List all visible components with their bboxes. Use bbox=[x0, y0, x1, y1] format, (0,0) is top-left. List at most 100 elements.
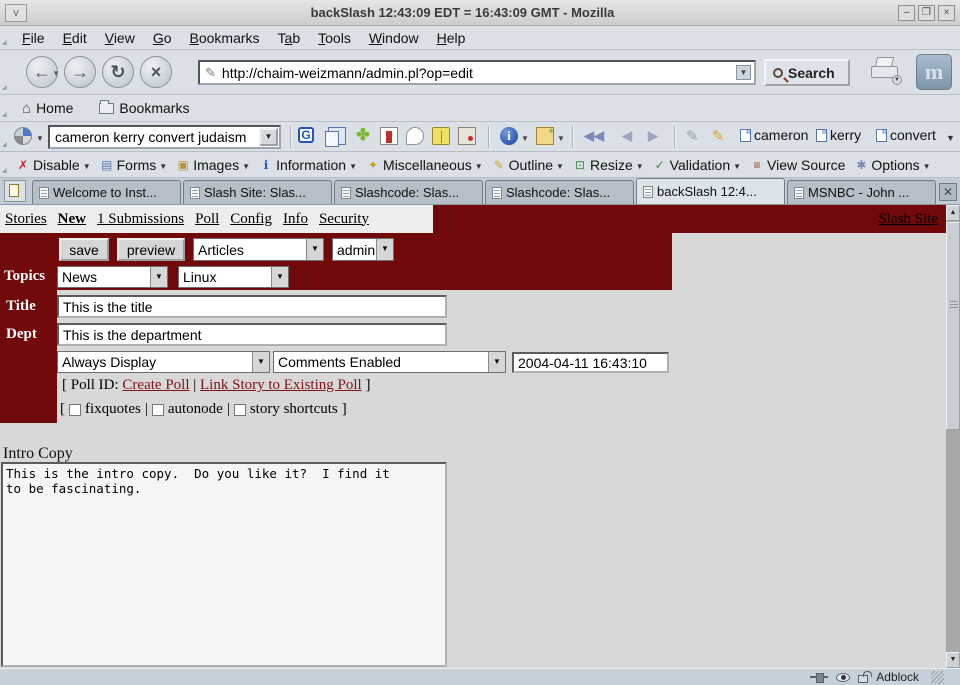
webdev-item-forms[interactable]: ▤Forms▼ bbox=[100, 157, 168, 173]
create-poll-link[interactable]: Create Poll bbox=[122, 377, 189, 393]
webdev-item-images[interactable]: ▣Images▼ bbox=[176, 157, 250, 173]
topic-select-2[interactable]: Linux ▼ bbox=[178, 266, 289, 288]
lucky-clover-icon[interactable]: ✤ bbox=[354, 127, 372, 145]
menu-view[interactable]: View bbox=[105, 30, 135, 46]
menu-edit[interactable]: Edit bbox=[63, 30, 87, 46]
cached-page-icon[interactable] bbox=[536, 127, 554, 145]
online-status-icon[interactable] bbox=[810, 673, 828, 681]
google-search-combobox[interactable]: cameron kerry convert judaism ▼ bbox=[48, 125, 281, 149]
print-button[interactable]: ▼ bbox=[868, 57, 902, 85]
googlebar-logo-dropdown-icon[interactable]: ▼ bbox=[36, 134, 44, 143]
browser-tab-0[interactable]: Welcome to Inst... bbox=[32, 180, 181, 204]
toolbar-grippy[interactable] bbox=[2, 53, 10, 91]
date-input[interactable] bbox=[512, 352, 669, 373]
menu-file[interactable]: File bbox=[22, 30, 45, 46]
directory-search-icon[interactable] bbox=[432, 127, 450, 145]
google-query-dropdown-button[interactable]: ▼ bbox=[259, 128, 278, 146]
author-select[interactable]: admin ▼ bbox=[332, 238, 394, 261]
menu-tools[interactable]: Tools bbox=[318, 30, 351, 46]
dept-input[interactable] bbox=[57, 323, 447, 346]
home-button[interactable]: ⌂ Home bbox=[22, 100, 73, 117]
highlight-icon[interactable]: ✎ bbox=[712, 127, 725, 145]
next-result-icon[interactable]: ▶ bbox=[648, 128, 658, 144]
nav-link-config[interactable]: Config bbox=[230, 211, 272, 228]
window-menu-button[interactable]: v bbox=[5, 4, 27, 22]
toolbar-grippy[interactable] bbox=[2, 125, 10, 148]
browser-tab-2[interactable]: Slashcode: Slas... bbox=[334, 180, 483, 204]
highlight-off-icon[interactable]: ✎ bbox=[686, 127, 699, 145]
webdev-item-outline[interactable]: ✎Outline▼ bbox=[492, 157, 564, 173]
nav-link-poll[interactable]: Poll bbox=[195, 211, 219, 228]
scroll-down-button[interactable]: ▼ bbox=[946, 652, 960, 668]
scrollbar-thumb[interactable] bbox=[946, 222, 960, 430]
nav-link-security[interactable]: Security bbox=[319, 211, 369, 228]
bookmarks-button[interactable]: Bookmarks bbox=[99, 100, 189, 116]
webdev-item-validation[interactable]: ✓Validation▼ bbox=[653, 157, 741, 173]
minimize-button[interactable]: – bbox=[898, 5, 915, 21]
adblock-status[interactable]: Adblock bbox=[876, 670, 919, 684]
select-arrow-icon[interactable]: ▼ bbox=[252, 352, 269, 372]
mozilla-throbber[interactable]: m bbox=[916, 54, 952, 90]
back-button[interactable]: ←▼ bbox=[26, 56, 58, 88]
toolbar-grippy[interactable] bbox=[2, 98, 10, 118]
menu-tab[interactable]: Tab bbox=[278, 30, 301, 46]
news-search-icon[interactable] bbox=[458, 127, 476, 145]
cached-page-dropdown-icon[interactable]: ▼ bbox=[557, 134, 565, 143]
first-result-icon[interactable]: ◀◀ bbox=[584, 128, 604, 144]
select-arrow-icon[interactable]: ▼ bbox=[488, 352, 505, 372]
reload-button[interactable]: ↻ bbox=[102, 56, 134, 88]
groups-search-icon[interactable] bbox=[406, 127, 424, 145]
highlight-word-cameron[interactable]: cameron bbox=[740, 127, 808, 143]
search-button[interactable]: Search bbox=[764, 59, 850, 86]
page-info-dropdown-icon[interactable]: ▼ bbox=[521, 134, 529, 143]
googlebar-overflow-icon[interactable]: ▼ bbox=[946, 133, 955, 143]
google-search-icon[interactable]: G bbox=[298, 127, 314, 143]
nav-link-stories[interactable]: Stories bbox=[5, 211, 47, 228]
topic-select-1[interactable]: News ▼ bbox=[57, 266, 168, 288]
prev-result-icon[interactable]: ◀ bbox=[622, 128, 632, 144]
browser-tab-5[interactable]: MSNBC - John ... bbox=[787, 180, 936, 204]
url-dropdown-button[interactable]: ▼ bbox=[736, 65, 751, 80]
webdev-item-view-source[interactable]: ≡View Source bbox=[750, 157, 845, 173]
back-dropdown-icon[interactable]: ▼ bbox=[52, 59, 60, 89]
close-button[interactable]: × bbox=[938, 5, 955, 21]
toolbar-grippy[interactable] bbox=[2, 29, 10, 46]
fixquotes-checkbox[interactable] bbox=[69, 404, 81, 416]
select-arrow-icon[interactable]: ▼ bbox=[150, 267, 167, 287]
menu-window[interactable]: Window bbox=[369, 30, 419, 46]
slash-site-link[interactable]: Slash Site bbox=[878, 211, 946, 228]
search-site-icon[interactable] bbox=[328, 127, 346, 145]
url-bar[interactable]: ✎ http://chaim-weizmann/admin.pl?op=edit… bbox=[198, 60, 756, 85]
select-arrow-icon[interactable]: ▼ bbox=[376, 239, 393, 260]
story-shortcuts-checkbox[interactable] bbox=[234, 404, 246, 416]
webdev-item-resize[interactable]: ⊡Resize▼ bbox=[573, 157, 644, 173]
browser-tab-4-active[interactable]: backSlash 12:4... bbox=[636, 178, 785, 204]
security-lock-icon[interactable] bbox=[858, 675, 868, 683]
forward-button[interactable]: → bbox=[64, 56, 96, 88]
content-scrollbar[interactable]: ▲ ▼ bbox=[946, 205, 960, 668]
section-select[interactable]: Articles ▼ bbox=[193, 238, 324, 261]
images-search-icon[interactable] bbox=[380, 127, 398, 145]
save-button[interactable]: save bbox=[59, 238, 109, 261]
select-arrow-icon[interactable]: ▼ bbox=[271, 267, 288, 287]
toolbar-grippy[interactable] bbox=[2, 155, 10, 174]
browser-tab-1[interactable]: Slash Site: Slas... bbox=[183, 180, 332, 204]
stop-button[interactable]: × bbox=[140, 56, 172, 88]
new-tab-button[interactable] bbox=[4, 180, 26, 202]
sidebar-toggle-icon[interactable] bbox=[836, 673, 850, 682]
print-dropdown-icon[interactable]: ▼ bbox=[892, 75, 902, 85]
select-arrow-icon[interactable]: ▼ bbox=[306, 239, 323, 260]
browser-tab-3[interactable]: Slashcode: Slas... bbox=[485, 180, 634, 204]
nav-link-new[interactable]: New bbox=[58, 211, 86, 228]
window-resize-grip[interactable] bbox=[931, 671, 944, 684]
highlight-word-convert[interactable]: convert bbox=[876, 127, 936, 143]
nav-link-submissions[interactable]: 1 Submissions bbox=[97, 211, 184, 228]
intro-copy-textarea[interactable]: This is the intro copy. Do you like it? … bbox=[1, 462, 447, 667]
menu-help[interactable]: Help bbox=[437, 30, 466, 46]
menu-bookmarks[interactable]: Bookmarks bbox=[190, 30, 260, 46]
preview-button[interactable]: preview bbox=[117, 238, 185, 261]
webdev-item-disable[interactable]: ✗Disable▼ bbox=[16, 157, 91, 173]
menu-go[interactable]: Go bbox=[153, 30, 172, 46]
webdev-item-options[interactable]: ✱Options▼ bbox=[854, 157, 930, 173]
webdev-item-miscellaneous[interactable]: ✦Miscellaneous▼ bbox=[366, 157, 483, 173]
